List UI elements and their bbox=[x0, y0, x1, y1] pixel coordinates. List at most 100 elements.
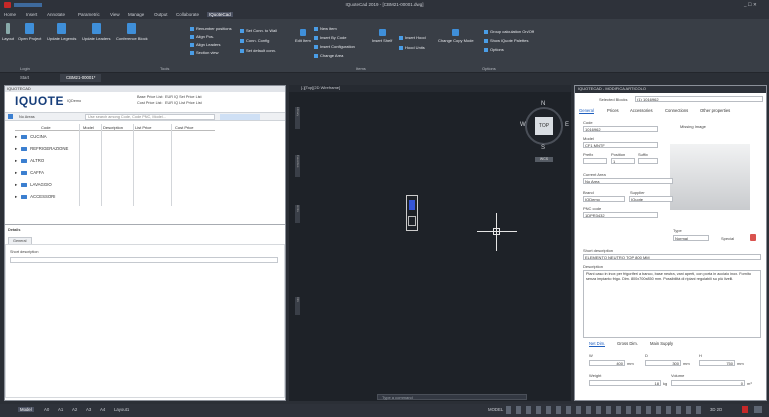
conference-block-button[interactable]: Conference Block bbox=[116, 23, 148, 41]
model-space-toggle[interactable]: MODEL bbox=[488, 407, 503, 412]
viewport-controls[interactable]: [-][Top][2D Wireframe] bbox=[289, 85, 571, 92]
col-code[interactable]: Code bbox=[41, 125, 51, 130]
workspace-2d3d[interactable]: 3D 2D bbox=[710, 407, 722, 412]
tab-view[interactable]: View bbox=[110, 12, 120, 17]
viewcube[interactable]: TOP bbox=[535, 117, 553, 135]
tab-manage[interactable]: Manage bbox=[128, 12, 144, 17]
side-tab-hints[interactable]: Hints bbox=[295, 205, 300, 223]
layout-tab-layout1[interactable]: Layout1 bbox=[114, 407, 129, 412]
tab-gross-dim[interactable]: Gross Dim. bbox=[617, 341, 638, 346]
tab-parametric[interactable]: Parametric bbox=[78, 12, 100, 17]
col-cost-price[interactable]: Cost Price bbox=[175, 125, 193, 130]
insert-shelf-button[interactable]: Insert Shelf bbox=[372, 29, 392, 43]
tab-collaborate[interactable]: Collaborate bbox=[176, 12, 199, 17]
update-legends-button[interactable]: Update Legends bbox=[47, 23, 76, 41]
conn-config-button[interactable]: Conn. Config bbox=[240, 38, 269, 43]
search-input[interactable]: Use search among Code, Code PNC, Model..… bbox=[85, 114, 215, 120]
tab-prices[interactable]: Prices bbox=[607, 108, 619, 113]
show-palettes-toggle[interactable]: Show iQuote Palettes bbox=[484, 38, 528, 43]
insert-by-code-button[interactable]: Insert By Code bbox=[314, 35, 346, 40]
col-list-price[interactable]: List Price bbox=[135, 125, 151, 130]
tab-connections[interactable]: Connections bbox=[665, 108, 688, 113]
layout-tab-a1[interactable]: A1 bbox=[58, 407, 63, 412]
tab-iquotecad[interactable]: IQuoteCad bbox=[207, 12, 233, 17]
tab-annotate[interactable]: Annotate bbox=[47, 12, 65, 17]
model-field[interactable]: CF1 MNTF bbox=[583, 142, 658, 148]
renumber-positions-button[interactable]: Renumber positions bbox=[190, 26, 232, 31]
wcs-menu[interactable]: WCS bbox=[535, 157, 553, 162]
command-line[interactable]: Type a command bbox=[377, 394, 527, 400]
menu-icon[interactable] bbox=[754, 406, 762, 413]
tab-main-supply[interactable]: Main Supply bbox=[650, 341, 673, 346]
pnc-field[interactable]: 1DPR3432 bbox=[583, 212, 658, 218]
suffix-field[interactable] bbox=[638, 158, 658, 164]
insert-hood-button[interactable]: Insert Hood bbox=[399, 35, 426, 40]
cost-price-value[interactable]: EUR IQ List Price List bbox=[165, 101, 202, 105]
col-description[interactable]: Description bbox=[103, 125, 123, 130]
pdf-icon[interactable] bbox=[750, 234, 756, 241]
list-item[interactable]: ▸ LAVAGGIO bbox=[15, 182, 215, 191]
set-default-conn-button[interactable]: Set default conn. bbox=[240, 48, 276, 53]
tab-accessories[interactable]: Accessories bbox=[630, 108, 653, 113]
command-input[interactable]: Type a command bbox=[382, 395, 413, 400]
change-copy-mode-button[interactable]: Change Copy Mode bbox=[438, 29, 474, 43]
change-area-button[interactable]: Change Area bbox=[314, 53, 343, 58]
height-field[interactable]: 750 bbox=[699, 360, 735, 366]
layout-tab-a4[interactable]: A4 bbox=[100, 407, 105, 412]
list-item[interactable]: ▸ CAFFA bbox=[15, 170, 215, 179]
brand-select[interactable]: IQDemo bbox=[583, 196, 625, 202]
status-toggles[interactable] bbox=[506, 406, 701, 414]
description-textarea[interactable]: Piani caso in inox per frigoriferi a ban… bbox=[583, 270, 761, 338]
tab-other-properties[interactable]: Other properties bbox=[700, 108, 730, 113]
list-item[interactable]: ▸ REFRIGERAZIONE bbox=[15, 146, 215, 155]
col-model[interactable]: Model bbox=[83, 125, 94, 130]
selected-blocks-select[interactable]: (1) 1016962 bbox=[635, 96, 763, 102]
update-leaders-button[interactable]: Update Leaders bbox=[82, 23, 110, 41]
layout-tab-a3[interactable]: A3 bbox=[86, 407, 91, 412]
side-tab-favorites[interactable]: Favorites bbox=[295, 155, 300, 177]
depth-field[interactable]: 300 bbox=[645, 360, 681, 366]
position-field[interactable]: 1 bbox=[611, 158, 635, 164]
layout-tab-a2[interactable]: A2 bbox=[72, 407, 77, 412]
tab-drawing[interactable]: CBM21-00001* bbox=[60, 74, 102, 82]
tab-insert[interactable]: Insert bbox=[26, 12, 37, 17]
supplier-select[interactable]: IQuote bbox=[629, 196, 673, 202]
tab-net-dim[interactable]: Net Dim. bbox=[589, 341, 606, 347]
edit-item-button[interactable]: Edit Item bbox=[295, 29, 311, 43]
prefix-field[interactable] bbox=[583, 158, 607, 164]
align-leaders-button[interactable]: Align Leaders bbox=[190, 42, 220, 47]
list-item[interactable]: ▸ ALTRO bbox=[15, 158, 215, 167]
current-area-select[interactable]: No Area bbox=[583, 178, 673, 184]
align-pos-button[interactable]: Align Pos. bbox=[190, 34, 214, 39]
tab-output[interactable]: Output bbox=[154, 12, 168, 17]
new-item-button[interactable]: New item bbox=[314, 26, 337, 31]
side-tab-library[interactable]: Library bbox=[295, 107, 300, 129]
area-filter[interactable]: No Areas bbox=[19, 115, 35, 119]
tab-start[interactable]: Start bbox=[20, 75, 29, 80]
list-item[interactable]: ▸ ACCESSORI bbox=[15, 194, 215, 203]
volume-field[interactable]: 0 bbox=[671, 380, 745, 386]
splitter[interactable] bbox=[5, 224, 285, 225]
code-field[interactable]: 1016962 bbox=[583, 126, 658, 132]
equipment-block[interactable] bbox=[406, 195, 418, 231]
weight-field[interactable]: 18 bbox=[589, 380, 661, 386]
drawing-viewport[interactable]: [-][Top][2D Wireframe] Library Favorites… bbox=[289, 85, 571, 401]
side-tab-info[interactable]: Info bbox=[295, 297, 300, 315]
insert-configuration-button[interactable]: Insert Configuration bbox=[314, 44, 355, 49]
section-view-button[interactable]: Section view bbox=[190, 50, 218, 55]
hood-units-button[interactable]: Hood Units bbox=[399, 45, 425, 50]
layout-tab-model[interactable]: Model bbox=[18, 407, 34, 412]
window-controls[interactable]: _ ☐ ✕ bbox=[744, 2, 757, 8]
notification-icon[interactable] bbox=[742, 406, 748, 413]
layout-tab-a0[interactable]: A0 bbox=[44, 407, 49, 412]
set-conn-to-wall-button[interactable]: Set Conn. to Wall bbox=[240, 28, 277, 33]
short-description-field[interactable]: ELEMENTO NEUTRO TOP 800 MM bbox=[583, 254, 761, 260]
group-calculation-toggle[interactable]: Group calculation On/Off bbox=[484, 29, 534, 34]
type-select[interactable]: Normal bbox=[673, 235, 709, 241]
tab-home[interactable]: Home bbox=[4, 12, 16, 17]
layout-button[interactable]: Layout bbox=[2, 23, 14, 41]
tab-general[interactable]: General bbox=[579, 108, 594, 114]
list-item[interactable]: ▸ CUCINA bbox=[15, 134, 215, 143]
price-list-value[interactable]: EUR IQ Set Price List bbox=[165, 95, 202, 99]
width-field[interactable]: 400 bbox=[589, 360, 625, 366]
